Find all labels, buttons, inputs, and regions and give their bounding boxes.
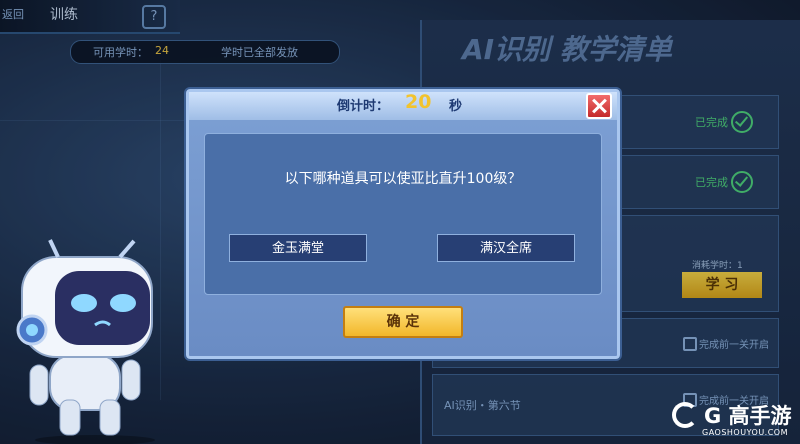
question-text: 以下哪种道具可以使亚比直升100级？ (284, 171, 522, 187)
answer-option-2[interactable]: 满汉全席 (437, 234, 575, 262)
close-icon[interactable] (586, 93, 612, 119)
watermark-logo-icon (672, 402, 698, 428)
countdown-label: 倒计时： (337, 99, 390, 114)
watermark: G 高手游 GAOSHOUYOU.COM (672, 398, 800, 444)
dialog-header: 倒计时： 20 秒 (189, 91, 617, 120)
question-panel: 以下哪种道具可以使亚比直升100级？ 金玉满堂 满汉全席 (204, 133, 602, 295)
countdown-value: 20 (405, 91, 432, 113)
watermark-name: G 高手游 (704, 404, 792, 428)
confirm-button[interactable]: 确 定 (343, 306, 463, 338)
watermark-url: GAOSHOUYOU.COM (702, 428, 789, 437)
robot-mascot-icon (16, 239, 155, 444)
answer-option-1[interactable]: 金玉满堂 (229, 234, 367, 262)
quiz-dialog: 倒计时： 20 秒 以下哪种道具可以使亚比直升100级？ 金玉满堂 满汉全席 确… (186, 89, 620, 359)
countdown-unit: 秒 (449, 99, 463, 114)
